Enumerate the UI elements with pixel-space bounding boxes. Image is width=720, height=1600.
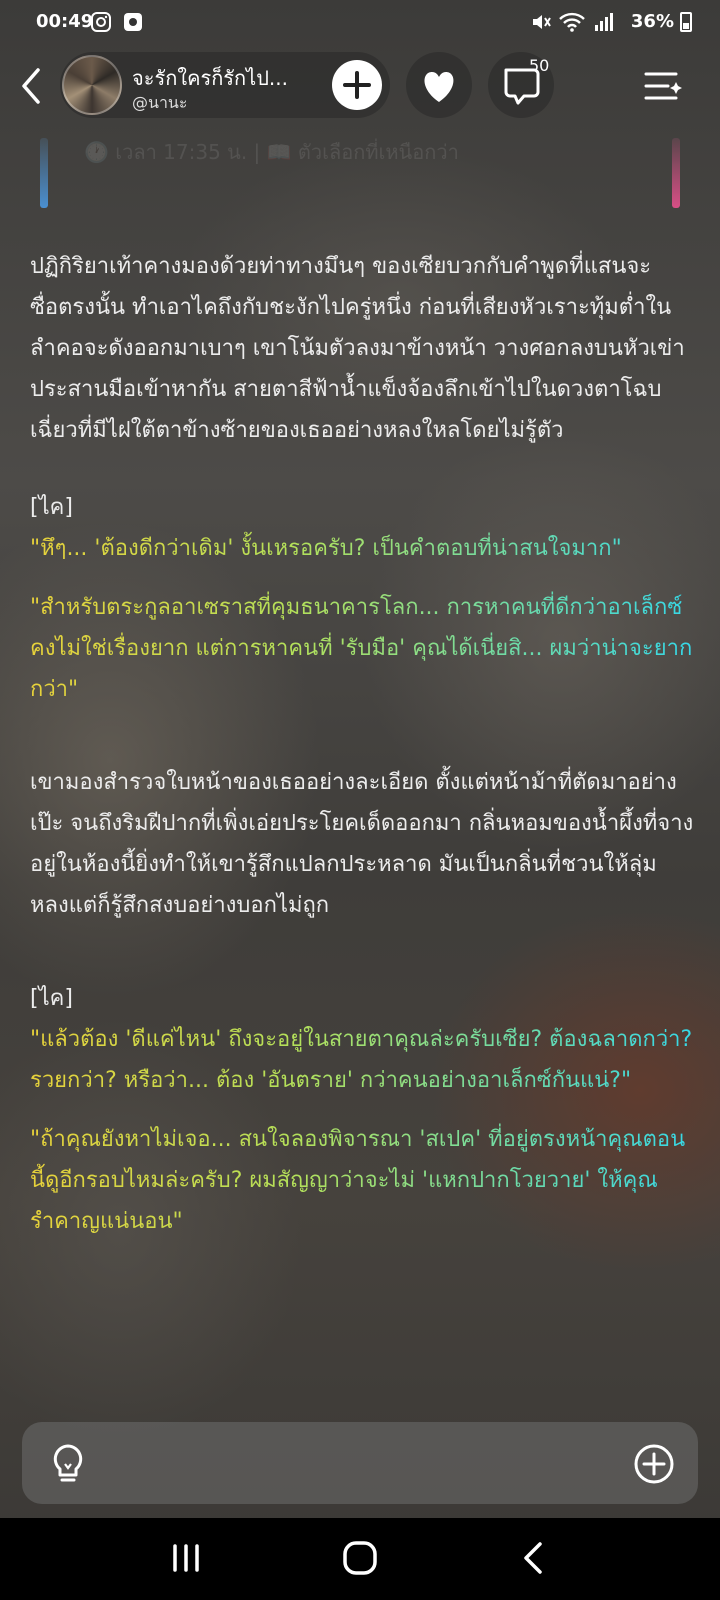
faded-time-line: 🕐 เวลา 17:35 น. | 📖 ตัวเลือกที่เหนือกว่า bbox=[84, 140, 459, 164]
comment-count: 50 bbox=[529, 56, 550, 75]
wifi-icon bbox=[559, 12, 585, 32]
plus-circle-icon[interactable] bbox=[632, 1442, 676, 1486]
mute-icon bbox=[533, 15, 551, 29]
plus-icon bbox=[343, 71, 371, 99]
dialogue-line: "ถ้าคุณยังหาไม่เจอ... สนใจลองพิจารณา 'สเ… bbox=[30, 1119, 694, 1242]
signal-icon bbox=[595, 13, 613, 31]
story-title[interactable]: จะรักใครก็รักไป... bbox=[132, 62, 318, 94]
instagram-icon bbox=[91, 12, 111, 32]
dialogue-line: "สำหรับตระกูลอาเซราสที่คุมธนาคารโลก... ก… bbox=[30, 587, 694, 710]
narration-paragraph: เขามองสำรวจใบหน้าของเธออย่างละเอียด ตั้ง… bbox=[30, 770, 694, 918]
home-icon[interactable] bbox=[338, 1536, 382, 1580]
like-button[interactable] bbox=[406, 52, 472, 118]
battery-percentage: 36% bbox=[630, 11, 674, 32]
add-to-library-button[interactable] bbox=[332, 60, 382, 110]
system-nav-bar bbox=[0, 1518, 720, 1600]
action-bar[interactable] bbox=[22, 1422, 698, 1504]
accent-bar-right bbox=[672, 138, 680, 208]
speaker-label: [ไค] bbox=[30, 495, 73, 520]
speaker-label: [ไค] bbox=[30, 986, 73, 1011]
app-icon bbox=[124, 13, 142, 31]
story-author[interactable]: @นานะ bbox=[132, 91, 187, 116]
status-bar: 00:49 36% bbox=[0, 0, 720, 44]
lightbulb-icon[interactable] bbox=[46, 1442, 90, 1486]
chapter-menu-button[interactable] bbox=[640, 66, 684, 106]
previous-section-strip: 🕐 เวลา 17:35 น. | 📖 ตัวเลือกที่เหนือกว่า bbox=[40, 128, 680, 212]
heart-icon bbox=[424, 72, 454, 102]
narration-paragraph: ปฏิกิริยาเท้าคางมองด้วยท่าทางมึนๆ ของเซี… bbox=[30, 254, 685, 443]
back-button[interactable] bbox=[14, 64, 50, 108]
dialogue-line: "หึๆ... 'ต้องดีกว่าเดิม' งั้นเหรอครับ? เ… bbox=[30, 528, 694, 569]
dialogue-line: "แล้วต้อง 'ดีแค่ไหน' ถึงจะอยู่ในสายตาคุณ… bbox=[30, 1019, 694, 1101]
story-cover-avatar[interactable] bbox=[62, 55, 122, 115]
reader-header: จะรักใครก็รักไป... @นานะ 50 bbox=[0, 48, 720, 124]
status-time: 00:49 bbox=[36, 11, 94, 32]
nav-back-icon[interactable] bbox=[512, 1536, 556, 1580]
chapter-content: ปฏิกิริยาเท้าคางมองด้วยท่าทางมึนๆ ของเซี… bbox=[30, 246, 694, 1242]
accent-bar-left bbox=[40, 138, 48, 208]
recents-icon[interactable] bbox=[164, 1536, 208, 1580]
battery-icon bbox=[680, 12, 692, 32]
